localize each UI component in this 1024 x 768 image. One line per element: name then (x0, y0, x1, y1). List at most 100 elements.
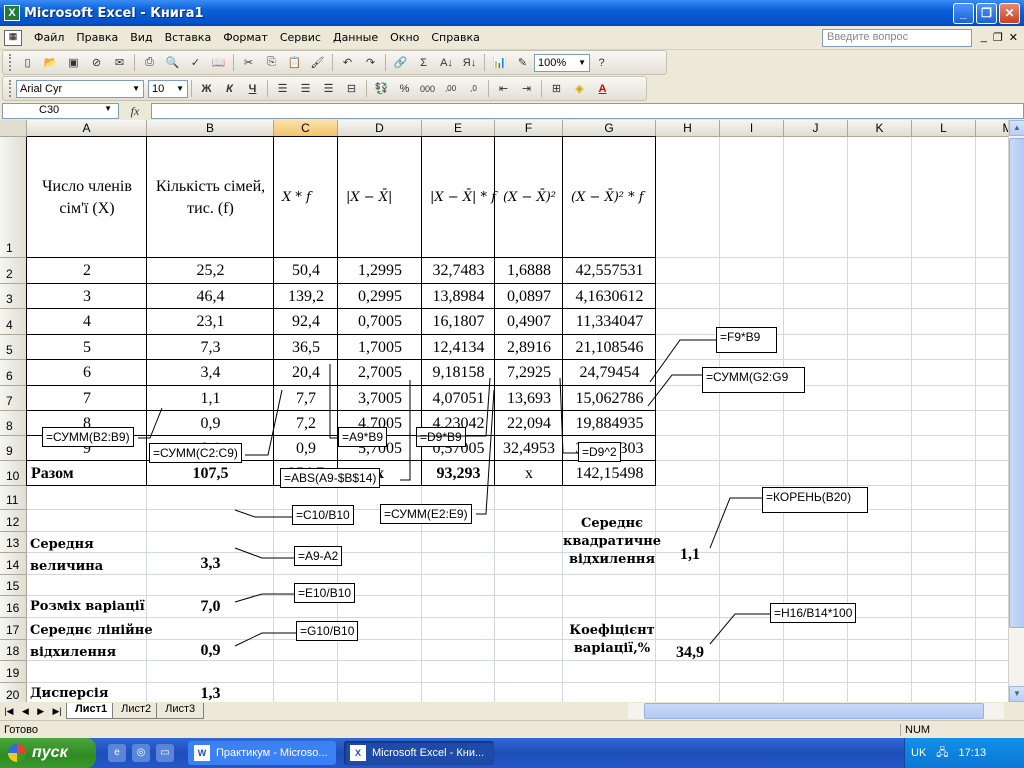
data-cell[interactable]: 0,9 (147, 411, 274, 436)
row-header-16[interactable]: 16 (0, 596, 27, 618)
help-search-input[interactable]: Введите вопрос (822, 29, 972, 47)
header-d1[interactable]: |X − X̄| (338, 137, 422, 258)
data-cell[interactable]: 21,108546 (563, 335, 656, 360)
decrease-indent-icon[interactable]: ⇤ (493, 79, 514, 98)
data-cell[interactable]: 0,2995 (338, 284, 422, 309)
totals-g[interactable]: 142,15498 (563, 461, 656, 486)
data-cell[interactable]: 1,1 (147, 386, 274, 411)
start-button[interactable]: пуск (0, 738, 96, 768)
vertical-scrollbar[interactable]: ▲ ▼ (1008, 120, 1024, 702)
hyperlink-icon[interactable]: 🔗 (390, 53, 411, 72)
select-all-button[interactable] (0, 120, 27, 137)
column-header-c[interactable]: C (274, 120, 338, 137)
restore-button[interactable]: ❐ (976, 3, 997, 24)
help-icon[interactable]: ? (591, 53, 612, 72)
align-center-icon[interactable]: ☰ (295, 79, 316, 98)
header-e1[interactable]: |X − X̄| * f (422, 137, 496, 258)
data-cell[interactable]: 4,07051 (422, 386, 495, 411)
underline-button[interactable]: Ч (242, 79, 263, 98)
merge-center-icon[interactable]: ⊟ (341, 79, 362, 98)
stat-range-value[interactable]: 7,0 (147, 596, 274, 618)
task-excel[interactable]: X Microsoft Excel - Кни... (344, 741, 494, 765)
task-practicum[interactable]: W Практикум - Microso... (188, 741, 336, 765)
column-header-e[interactable]: E (422, 120, 495, 137)
ie-icon[interactable]: e (108, 744, 126, 762)
increase-indent-icon[interactable]: ⇥ (516, 79, 537, 98)
data-cell[interactable]: 15,062786 (563, 386, 656, 411)
sort-descending-icon[interactable]: Я↓ (459, 53, 480, 72)
tab-sheet3[interactable]: Лист3 (156, 703, 205, 719)
row-header-9[interactable]: 9 (0, 436, 27, 461)
row-header-13[interactable]: 13 (0, 532, 27, 553)
data-cell[interactable]: 1,7005 (338, 335, 422, 360)
workbook-icon[interactable]: ▦ (4, 29, 22, 46)
row-header-10[interactable]: 10 (0, 461, 27, 486)
totals-label[interactable]: Разом (27, 461, 147, 486)
data-cell[interactable]: 4 (27, 309, 147, 335)
column-header-l[interactable]: L (912, 120, 976, 137)
data-cell[interactable]: 19,884935 (563, 411, 656, 436)
data-cell[interactable]: 7,2925 (495, 360, 563, 386)
close-button[interactable]: ✕ (999, 3, 1020, 24)
data-cell[interactable]: 0,0897 (495, 284, 563, 309)
media-icon[interactable]: ◎ (132, 744, 150, 762)
drawing-icon[interactable]: ✎ (512, 53, 533, 72)
redo-icon[interactable]: ↷ (360, 53, 381, 72)
data-cell[interactable]: 24,79454 (563, 360, 656, 386)
italic-button[interactable]: К (219, 79, 240, 98)
column-header-h[interactable]: H (656, 120, 720, 137)
menu-data[interactable]: Данные (327, 29, 384, 46)
worksheet-grid[interactable]: A B C D E F G H I J K L M 1 2 3 4 5 6 7 8 9 10 11 12 13 14 15 16 17 18… (0, 120, 1008, 702)
chart-wizard-icon[interactable]: 📊 (489, 53, 510, 72)
column-header-d[interactable]: D (338, 120, 422, 137)
scroll-up-icon[interactable]: ▲ (1009, 120, 1024, 136)
menu-help[interactable]: Справка (425, 29, 485, 46)
horizontal-scrollbar[interactable] (628, 703, 1004, 719)
data-cell[interactable]: 2,7005 (338, 360, 422, 386)
data-cell[interactable]: 0,9 (274, 436, 338, 461)
data-cell[interactable]: 16,1807 (422, 309, 495, 335)
font-select[interactable]: Arial Cyr ▼ (16, 79, 144, 98)
data-cell[interactable]: 32,4953 (495, 436, 563, 461)
paste-icon[interactable]: 📋 (284, 53, 305, 72)
data-cell[interactable]: 0,4907 (495, 309, 563, 335)
column-header-b[interactable]: B (147, 120, 274, 137)
align-left-icon[interactable]: ☰ (272, 79, 293, 98)
stat-var-label[interactable]: Дисперсія (27, 683, 147, 702)
doc-close-button[interactable]: ✕ (1009, 31, 1018, 44)
bold-button[interactable]: Ж (196, 79, 217, 98)
data-cell[interactable]: 139,2 (274, 284, 338, 309)
stat-mean-value[interactable]: 3,3 (147, 553, 274, 575)
next-sheet-icon[interactable]: ▶ (37, 706, 44, 717)
research-icon[interactable]: 📖 (208, 53, 229, 72)
data-cell[interactable]: 25,2 (147, 258, 274, 284)
toolbar-grip[interactable] (9, 80, 12, 97)
tab-sheet2[interactable]: Лист2 (112, 703, 161, 719)
autosum-icon[interactable]: Σ (413, 53, 434, 72)
stat-range-label[interactable]: Розміх варіації (27, 596, 147, 618)
excel-icon[interactable]: X (4, 5, 20, 21)
menu-file[interactable]: Файл (28, 29, 70, 46)
prev-sheet-icon[interactable]: ◀ (22, 706, 29, 717)
data-cell[interactable]: 46,4 (147, 284, 274, 309)
header-family-count[interactable]: Кількість сімей, тис. (f) (147, 137, 274, 258)
column-header-i[interactable]: I (720, 120, 784, 137)
data-cell[interactable]: 3,4 (147, 360, 274, 386)
data-cell[interactable]: 0,7005 (338, 309, 422, 335)
column-header-f[interactable]: F (495, 120, 563, 137)
comma-style-icon[interactable]: 000 (417, 79, 438, 98)
format-painter-icon[interactable]: 🖌 (307, 53, 328, 72)
row-header-6[interactable]: 6 (0, 360, 27, 386)
spelling-icon[interactable]: ✓ (185, 53, 206, 72)
data-cell[interactable]: 20,4 (274, 360, 338, 386)
column-header-m[interactable]: M (976, 120, 1008, 137)
print-preview-icon[interactable]: 🔍 (162, 53, 183, 72)
tab-sheet1[interactable]: Лист1 (66, 703, 117, 719)
column-header-g[interactable]: G (563, 120, 656, 137)
email-icon[interactable]: ✉ (109, 53, 130, 72)
totals-b[interactable]: 107,5 (147, 461, 274, 486)
data-cell[interactable]: 4,1630612 (563, 284, 656, 309)
new-icon[interactable]: ▯ (17, 53, 38, 72)
header-g1[interactable]: (X − X̄)² * f (563, 137, 656, 258)
sort-ascending-icon[interactable]: A↓ (436, 53, 457, 72)
